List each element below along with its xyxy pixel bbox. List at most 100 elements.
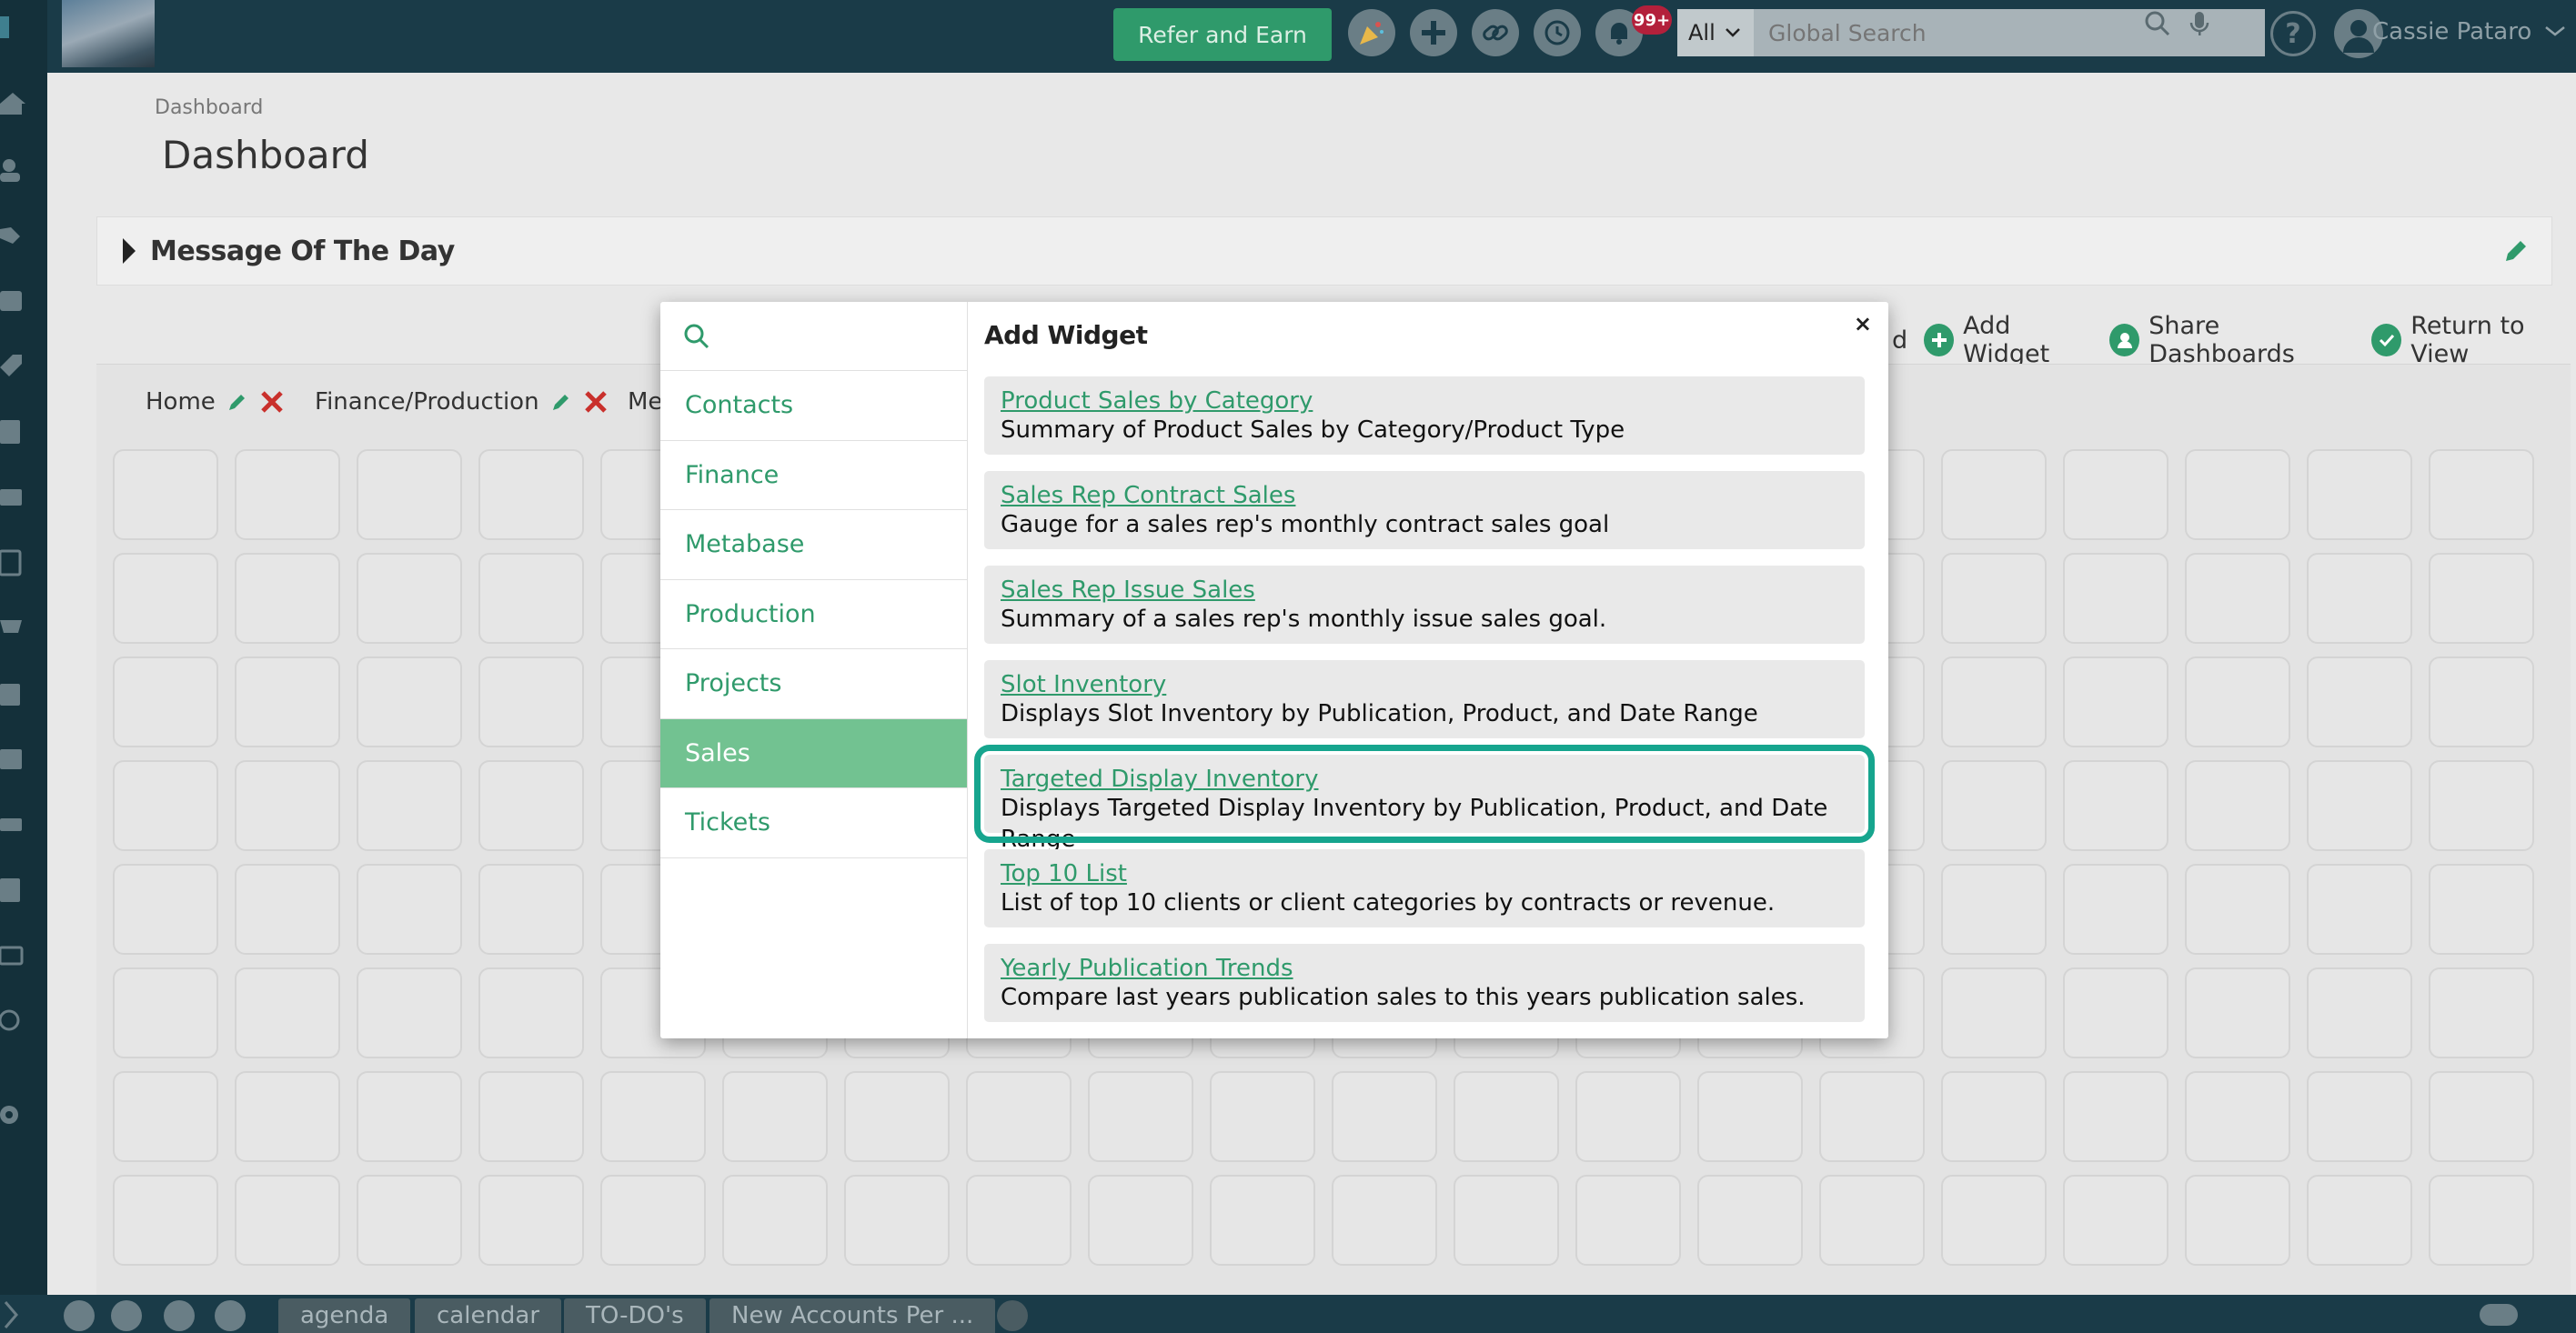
bottom-tab-todos[interactable]: TO-DO's (564, 1298, 706, 1333)
truck-icon[interactable] (0, 807, 27, 840)
handshake-icon[interactable] (0, 218, 27, 251)
caret-right-icon[interactable] (121, 236, 137, 266)
grid-cell (1941, 864, 2047, 955)
category-finance[interactable]: Finance (660, 441, 967, 510)
grid-cell (235, 1175, 340, 1266)
widget-item: Sales Rep Issue Sales Summary of a sales… (984, 566, 1865, 644)
parking-icon[interactable] (0, 742, 27, 775)
document-icon[interactable] (0, 415, 27, 447)
left-nav-rail (0, 0, 47, 1333)
refer-and-earn-button[interactable]: Refer and Earn (1113, 8, 1332, 61)
integration-icon[interactable] (0, 1004, 27, 1037)
calendar-star-icon[interactable] (0, 677, 27, 709)
grid-cell (2307, 1071, 2412, 1162)
settings-gear-icon[interactable] (0, 1098, 27, 1131)
user-menu[interactable]: Cassie Pataro (2372, 18, 2566, 45)
grid-cell (1819, 1175, 1925, 1266)
grid-cell (2307, 656, 2412, 747)
clock-icon[interactable] (64, 1300, 95, 1331)
grid-cell (844, 1175, 950, 1266)
tab-label: Home (146, 388, 216, 416)
party-icon[interactable] (215, 1300, 246, 1331)
bottom-tab-calendar[interactable]: calendar (415, 1298, 562, 1333)
chat-icon[interactable] (164, 1300, 195, 1331)
app-logo-icon[interactable] (0, 11, 27, 44)
search-icon (684, 324, 709, 348)
add-widget-modal: Contacts Finance Metabase Production Pro… (660, 302, 1888, 1038)
money-icon[interactable] (0, 480, 27, 513)
link-icon[interactable] (1472, 9, 1519, 56)
category-production[interactable]: Production (660, 580, 967, 649)
party-popper-icon[interactable] (1348, 9, 1395, 56)
expand-chevron-icon[interactable] (2, 1300, 20, 1329)
message-of-the-day-panel[interactable]: Message Of The Day (96, 216, 2552, 286)
tab-me[interactable]: Me (628, 388, 662, 416)
grid-cell (2063, 449, 2168, 540)
toggle-switch[interactable] (2480, 1304, 2518, 1326)
return-to-view-button[interactable]: Return to View (2371, 312, 2576, 368)
toolbar-partial-text[interactable]: d (1892, 326, 1907, 355)
tab-finance-production[interactable]: Finance/Production (315, 388, 609, 416)
bottom-tab-agenda[interactable]: agenda (278, 1298, 411, 1333)
category-search-input[interactable] (724, 323, 951, 349)
grid-cell (113, 864, 218, 955)
mail-icon[interactable] (0, 938, 27, 971)
grid-cell (357, 967, 462, 1058)
tag-icon[interactable] (0, 349, 27, 382)
search-icon[interactable] (2139, 5, 2176, 42)
tab-home[interactable]: Home (146, 388, 285, 416)
grid-cell (600, 1071, 706, 1162)
contacts-icon[interactable] (0, 153, 27, 185)
edit-pencil-icon[interactable] (997, 1300, 1028, 1331)
add-widget-button[interactable]: Add Widget (1924, 312, 2093, 368)
search-scope-select[interactable]: All (1677, 9, 1754, 56)
grid-cell (357, 1071, 462, 1162)
share-dashboards-button[interactable]: Share Dashboards (2109, 312, 2355, 368)
clock-history-icon[interactable] (1534, 9, 1581, 56)
grid-cell (113, 1175, 218, 1266)
mail-icon[interactable] (111, 1300, 142, 1331)
widget-link[interactable]: Sales Rep Issue Sales (1001, 576, 1848, 604)
widget-link[interactable]: Slot Inventory (1001, 671, 1848, 698)
category-sales[interactable]: Sales (660, 718, 967, 788)
edit-pencil-icon[interactable] (226, 391, 248, 413)
w2-form-icon[interactable] (0, 873, 27, 906)
widget-item: Sales Rep Contract Sales Gauge for a sal… (984, 471, 1865, 549)
grid-cell (1819, 1071, 1925, 1162)
microphone-icon[interactable] (2181, 5, 2218, 42)
motd-label: Message Of The Day (150, 235, 455, 267)
image-icon[interactable] (0, 284, 27, 316)
widget-link[interactable]: Top 10 List (1001, 860, 1848, 887)
edit-pencil-icon[interactable] (550, 391, 572, 413)
add-plus-icon[interactable] (1410, 9, 1457, 56)
delete-x-icon[interactable] (583, 389, 609, 415)
delete-x-icon[interactable] (259, 389, 285, 415)
clipboard-icon[interactable] (0, 546, 27, 578)
grid-cell (1697, 1071, 1803, 1162)
widget-link[interactable]: Sales Rep Contract Sales (1001, 482, 1848, 509)
widget-link[interactable]: Targeted Display Inventory (1001, 766, 1848, 793)
help-icon[interactable]: ? (2270, 11, 2316, 56)
close-icon[interactable]: × (1854, 311, 1872, 336)
widget-link[interactable]: Product Sales by Category (1001, 387, 1848, 415)
home-icon[interactable] (0, 87, 27, 120)
widget-link[interactable]: Yearly Publication Trends (1001, 955, 1848, 982)
add-widget-label: Add Widget (1963, 312, 2050, 368)
grid-cell (2307, 449, 2412, 540)
grid-cell (1454, 1175, 1559, 1266)
search-scope-value: All (1688, 20, 1716, 45)
cart-icon[interactable] (0, 611, 27, 644)
grid-cell (1332, 1071, 1437, 1162)
edit-pencil-icon[interactable] (2502, 237, 2530, 265)
bottom-tab-new-accounts[interactable]: New Accounts Per ... (709, 1298, 996, 1333)
category-contacts[interactable]: Contacts (660, 371, 967, 441)
breadcrumb[interactable]: Dashboard (155, 96, 263, 119)
category-tickets[interactable]: Tickets (660, 788, 967, 858)
grid-cell (2429, 760, 2534, 851)
widget-description: Displays Slot Inventory by Publication, … (1001, 700, 1758, 727)
grid-cell (113, 760, 218, 851)
category-metabase[interactable]: Metabase (660, 510, 967, 580)
category-projects[interactable]: Projects (660, 649, 967, 719)
grid-cell (2429, 1175, 2534, 1266)
company-logo[interactable] (62, 0, 155, 67)
